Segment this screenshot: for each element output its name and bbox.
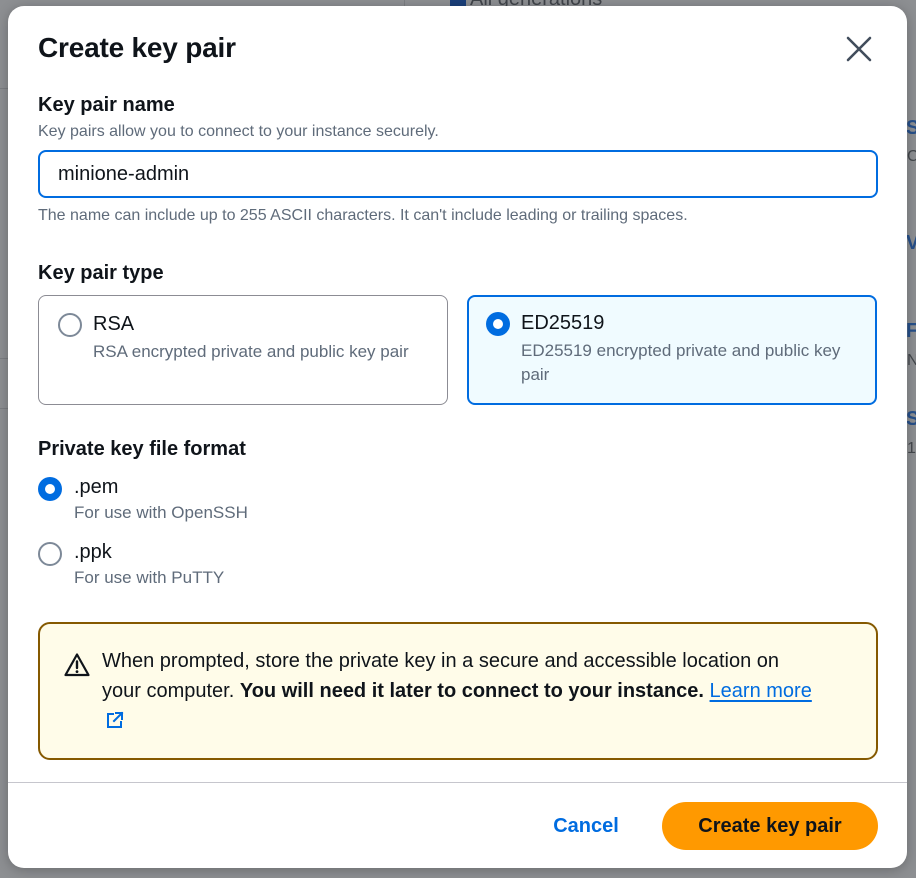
background-fragment: S: [906, 117, 916, 139]
learn-more-link-label: Learn more: [709, 680, 812, 702]
key-type-option-title: RSA: [93, 313, 135, 335]
background-divider: [0, 88, 8, 89]
background-fragment: S: [906, 408, 916, 430]
alert-message: When prompted, store the private key in …: [102, 646, 822, 736]
background-divider: [0, 408, 8, 409]
radio-checked-icon: [486, 312, 510, 336]
file-format-option-pem[interactable]: .pem For use with OpenSSH: [38, 472, 338, 528]
key-pair-name-constraint: The name can include up to 255 ASCII cha…: [38, 207, 688, 224]
modal-title: Create key pair: [38, 32, 236, 63]
footer-divider: [8, 782, 907, 783]
warning-icon: [64, 653, 90, 677]
radio-unchecked-icon: [38, 542, 62, 566]
radio-checked-icon: [38, 477, 62, 501]
key-type-option-description: RSA encrypted private and public key pai…: [93, 342, 409, 361]
file-format-option-title: .ppk: [74, 541, 112, 563]
background-fragment: C: [907, 148, 916, 165]
background-fragment: N: [907, 352, 916, 369]
cancel-button[interactable]: Cancel: [536, 804, 636, 848]
file-format-option-ppk[interactable]: .ppk For use with PuTTY: [38, 537, 338, 593]
key-pair-type-label: Key pair type: [38, 262, 164, 284]
key-type-option-description: ED25519 encrypted private and public key…: [521, 341, 841, 384]
key-type-option-ed25519[interactable]: ED25519 ED25519 encrypted private and pu…: [467, 295, 877, 405]
alert-message-emphasis: You will need it later to connect to you…: [239, 680, 704, 702]
close-button[interactable]: [842, 32, 876, 66]
background-fragment: V: [906, 232, 916, 254]
key-type-option-title: ED25519: [521, 312, 605, 334]
warning-alert: When prompted, store the private key in …: [38, 622, 878, 760]
external-link-icon: [107, 711, 124, 728]
file-format-label: Private key file format: [38, 438, 246, 460]
key-pair-name-label: Key pair name: [38, 94, 175, 116]
background-fragment: F: [906, 320, 916, 342]
file-format-option-description: For use with OpenSSH: [74, 503, 248, 522]
key-pair-name-description: Key pairs allow you to connect to your i…: [38, 123, 439, 140]
file-format-option-title: .pem: [74, 476, 119, 498]
background-divider: [0, 358, 8, 359]
file-format-option-description: For use with PuTTY: [74, 568, 225, 587]
radio-unchecked-icon: [58, 313, 82, 337]
key-pair-name-input[interactable]: [38, 150, 878, 198]
background-fragment: 1: [907, 440, 916, 457]
key-type-option-rsa[interactable]: RSA RSA encrypted private and public key…: [38, 295, 448, 405]
create-key-pair-modal: Create key pair Key pair name Key pairs …: [8, 6, 907, 868]
close-icon: [846, 36, 872, 62]
create-key-pair-button[interactable]: Create key pair: [662, 802, 878, 850]
